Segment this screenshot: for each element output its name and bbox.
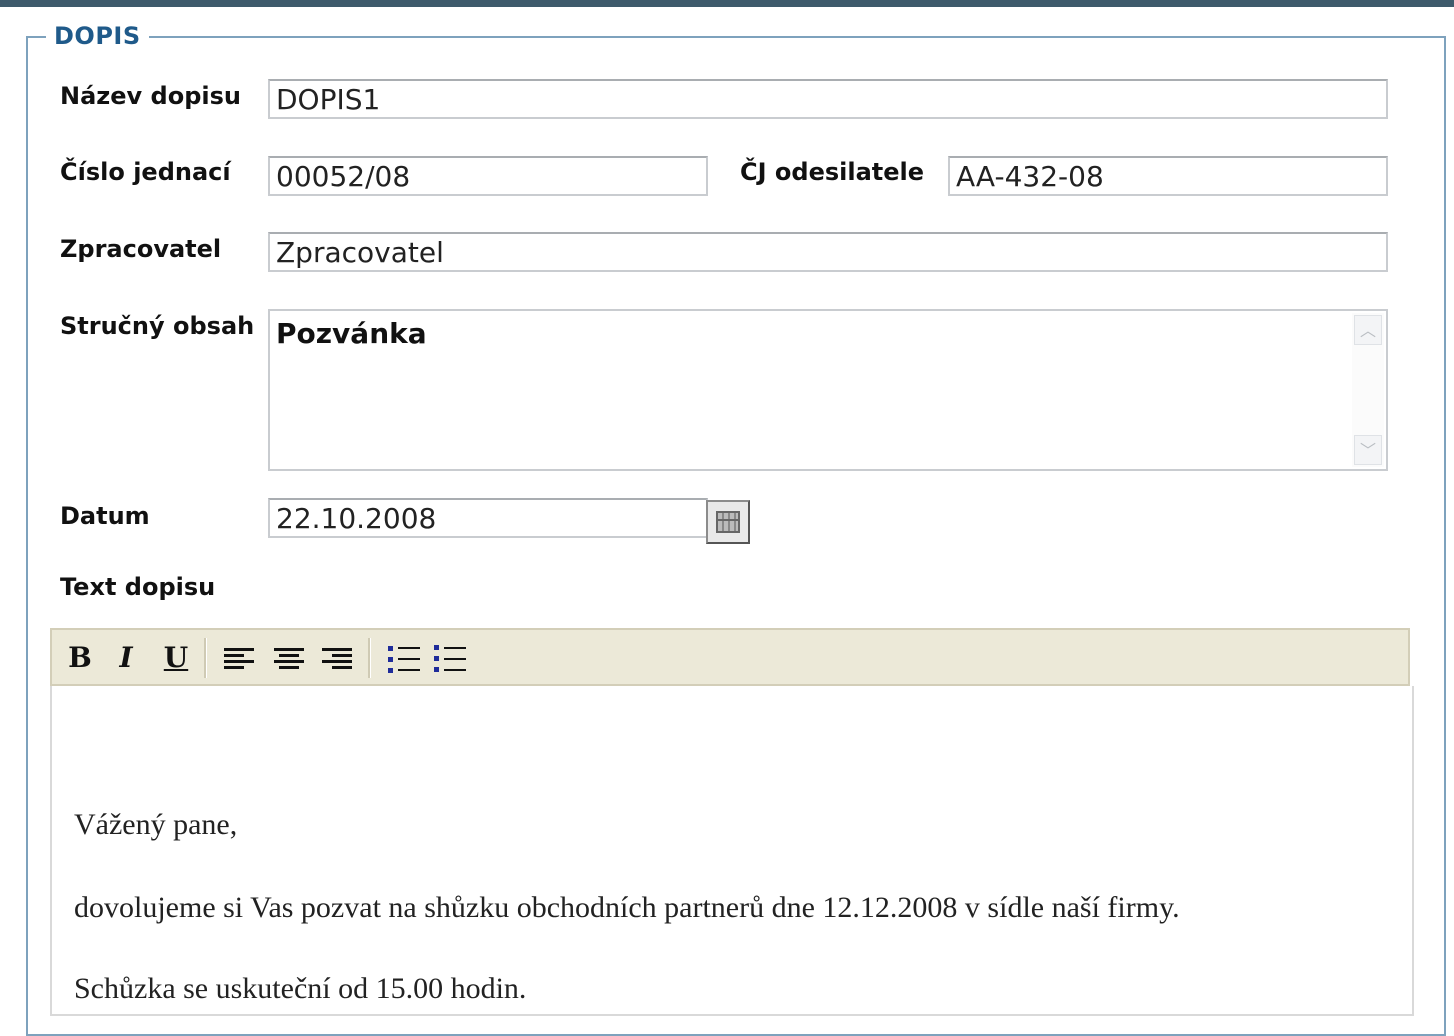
strucny-obsah-textarea[interactable]: Pozvánka ︿ ﹀ — [268, 309, 1388, 471]
text-dopisu-label: Text dopisu — [60, 573, 216, 601]
cislo-jednaci-label: Číslo jednací — [60, 158, 231, 186]
strucny-obsah-label: Stručný obsah — [60, 312, 255, 340]
strucny-obsah-value: Pozvánka — [276, 317, 427, 350]
editor-paragraph: Schůzka se uskuteční od 15.00 hodin. — [74, 972, 527, 1005]
editor-greeting: Vážený pane, — [74, 808, 238, 841]
fieldset-legend: DOPIS — [46, 22, 149, 50]
zpracovatel-label: Zpracovatel — [60, 235, 222, 263]
italic-button[interactable]: I — [108, 640, 144, 676]
align-center-icon[interactable] — [274, 648, 304, 670]
nazev-label: Název dopisu — [60, 82, 241, 110]
cj-odesilatele-label: ČJ odesilatele — [740, 158, 925, 186]
bold-button[interactable]: B — [62, 640, 98, 676]
scroll-down-icon[interactable]: ﹀ — [1354, 435, 1382, 465]
textarea-scrollbar[interactable]: ︿ ﹀ — [1352, 313, 1384, 467]
align-left-icon[interactable] — [224, 648, 254, 670]
toolbar-separator — [368, 638, 371, 678]
scroll-up-icon[interactable]: ︿ — [1354, 315, 1382, 345]
editor-paragraph: dovolujeme si Vas pozvat na shůzku obcho… — [74, 891, 1180, 924]
datum-input[interactable]: 22.10.2008 — [268, 498, 708, 538]
text-editor-area[interactable] — [50, 686, 1414, 1016]
underline-button[interactable]: U — [158, 640, 194, 676]
unordered-list-icon[interactable] — [434, 642, 468, 676]
editor-toolbar: B I U — [50, 628, 1410, 686]
datum-label: Datum — [60, 502, 150, 530]
calendar-icon — [716, 511, 740, 533]
cislo-jednaci-input[interactable]: 00052/08 — [268, 156, 708, 196]
calendar-button[interactable] — [706, 500, 750, 544]
toolbar-separator — [204, 638, 207, 678]
zpracovatel-input[interactable]: Zpracovatel — [268, 232, 1388, 272]
align-right-icon[interactable] — [322, 648, 352, 670]
nazev-input[interactable]: DOPIS1 — [268, 79, 1388, 119]
ordered-list-icon[interactable] — [388, 642, 422, 676]
top-divider — [0, 0, 1454, 7]
cj-odesilatele-input[interactable]: AA-432-08 — [948, 156, 1388, 196]
